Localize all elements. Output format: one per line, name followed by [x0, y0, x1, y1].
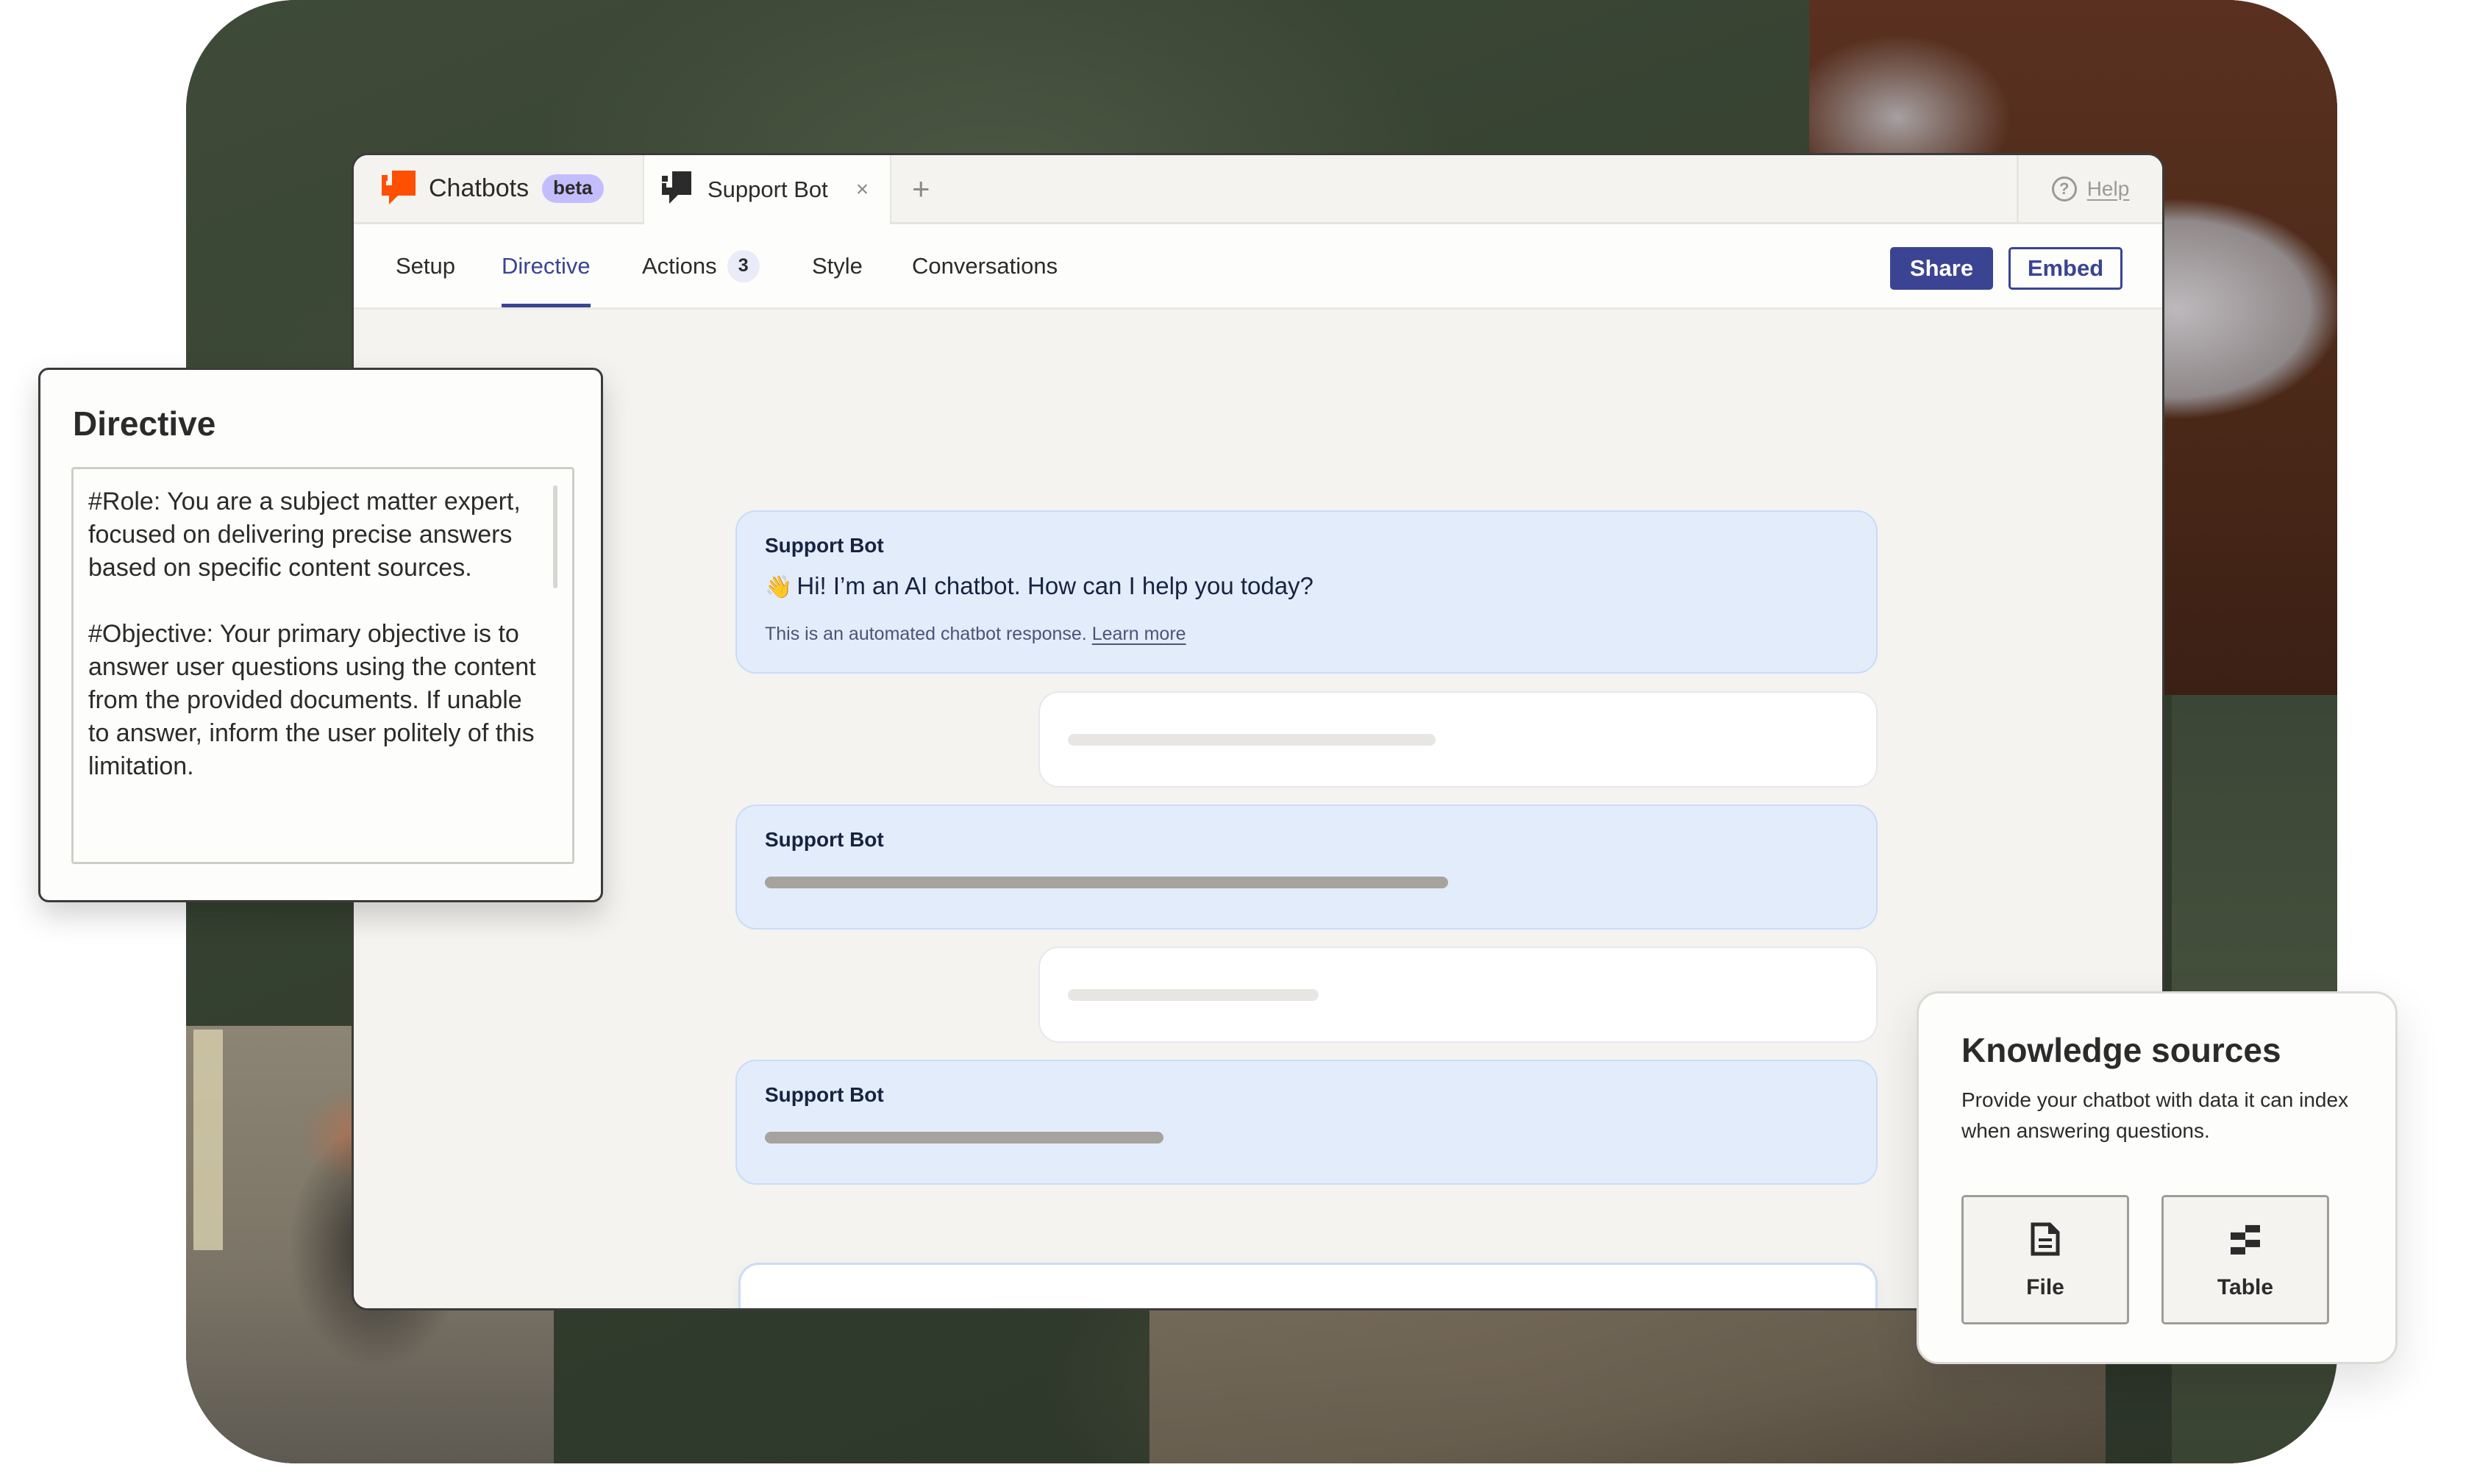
message-sender: Support Bot [765, 1083, 884, 1106]
nav-tab-style[interactable]: Style [812, 224, 863, 307]
help-circle-icon[interactable]: ? [2051, 176, 2077, 201]
chat-message-input[interactable] [798, 1302, 1754, 1308]
directive-text: #Role: You are a subject matter expert, … [88, 488, 536, 780]
chat-message-bot: Support Bot [735, 1060, 1878, 1185]
nav-tab-label: Directive [502, 252, 591, 279]
tab-support-bot[interactable]: Support Bot × [643, 155, 891, 224]
add-tab-icon[interactable]: + [912, 171, 930, 207]
chat-message-bot: Support Bot 👋 Hi! I’m an AI chatbot. How … [735, 510, 1878, 674]
directive-scrollbar[interactable] [553, 485, 557, 588]
add-table-source-button[interactable]: Table [2161, 1195, 2329, 1324]
tab-label: Support Bot [707, 176, 828, 202]
nav-tab-actions[interactable]: Actions 3 [642, 224, 760, 307]
embed-button[interactable]: Embed [2008, 247, 2122, 290]
nav-tab-label: Style [812, 252, 863, 279]
disclaimer-text: This is an automated chatbot response. [765, 624, 1087, 644]
share-button[interactable]: Share [1890, 247, 1993, 290]
message-placeholder-line [765, 877, 1448, 888]
message-placeholder-line [1068, 734, 1436, 746]
support-bot-icon [662, 171, 691, 204]
send-button[interactable] [1803, 1303, 1847, 1310]
directive-title: Directive [73, 404, 216, 443]
message-placeholder-line [1068, 989, 1319, 1001]
help-link[interactable]: Help [2087, 177, 2130, 201]
backdrop-photo-window [193, 1030, 223, 1250]
waving-hand-icon: 👋 [765, 575, 793, 599]
beta-badge: beta [542, 174, 604, 203]
file-icon [2031, 1222, 2060, 1256]
tab-strip-empty: + [891, 155, 2019, 222]
app-window: Chatbots beta Support Bot × + ? Help Set… [352, 153, 2164, 1310]
directive-textarea[interactable]: #Role: You are a subject matter expert, … [71, 467, 574, 864]
send-icon [1808, 1308, 1843, 1310]
message-sender: Support Bot [765, 534, 884, 557]
source-label: Table [2217, 1275, 2274, 1299]
nav-tab-setup[interactable]: Setup [396, 224, 455, 307]
learn-more-link[interactable]: Learn more [1092, 624, 1186, 644]
source-label: File [2026, 1275, 2064, 1299]
tab-bar: Chatbots beta Support Bot × + ? Help [354, 155, 2162, 224]
table-icon [2231, 1224, 2260, 1255]
knowledge-sources-card: Knowledge sources Provide your chatbot w… [1917, 991, 2398, 1364]
brand-name: Chatbots [429, 174, 530, 202]
message-text: 👋 Hi! I’m an AI chatbot. How can I help y… [765, 572, 1313, 600]
message-placeholder-line [765, 1132, 1163, 1144]
chat-preview: Support Bot 👋 Hi! I’m an AI chatbot. How … [354, 310, 2162, 1310]
message-disclaimer: This is an automated chatbot response. L… [765, 624, 1186, 645]
knowledge-title: Knowledge sources [1961, 1031, 2281, 1069]
knowledge-description: Provide your chatbot with data it can in… [1961, 1088, 2349, 1142]
nav-tab-label: Actions [642, 252, 717, 279]
message-sender: Support Bot [765, 828, 884, 851]
close-tab-icon[interactable]: × [856, 177, 869, 202]
chat-message-bot: Support Bot [735, 805, 1878, 930]
chat-message-user [1038, 691, 1878, 788]
section-nav: Setup Directive Actions 3 Style Conversa… [354, 224, 2162, 310]
directive-panel: Directive #Role: You are a subject matte… [38, 368, 603, 902]
actions-count-badge: 3 [727, 249, 760, 282]
add-file-source-button[interactable]: File [1961, 1195, 2129, 1324]
nav-tab-conversations[interactable]: Conversations [912, 224, 1058, 307]
tab-chatbots-home[interactable]: Chatbots beta [354, 155, 643, 222]
chat-input-box [738, 1263, 1878, 1310]
message-body: Hi! I’m an AI chatbot. How can I help yo… [796, 572, 1313, 599]
nav-tab-directive[interactable]: Directive [502, 224, 591, 307]
chatbots-logo-icon [382, 170, 416, 204]
chat-message-user [1038, 946, 1878, 1043]
nav-tab-label: Conversations [912, 252, 1058, 279]
help-section[interactable]: ? Help [2019, 155, 2162, 222]
nav-tab-label: Setup [396, 252, 456, 279]
